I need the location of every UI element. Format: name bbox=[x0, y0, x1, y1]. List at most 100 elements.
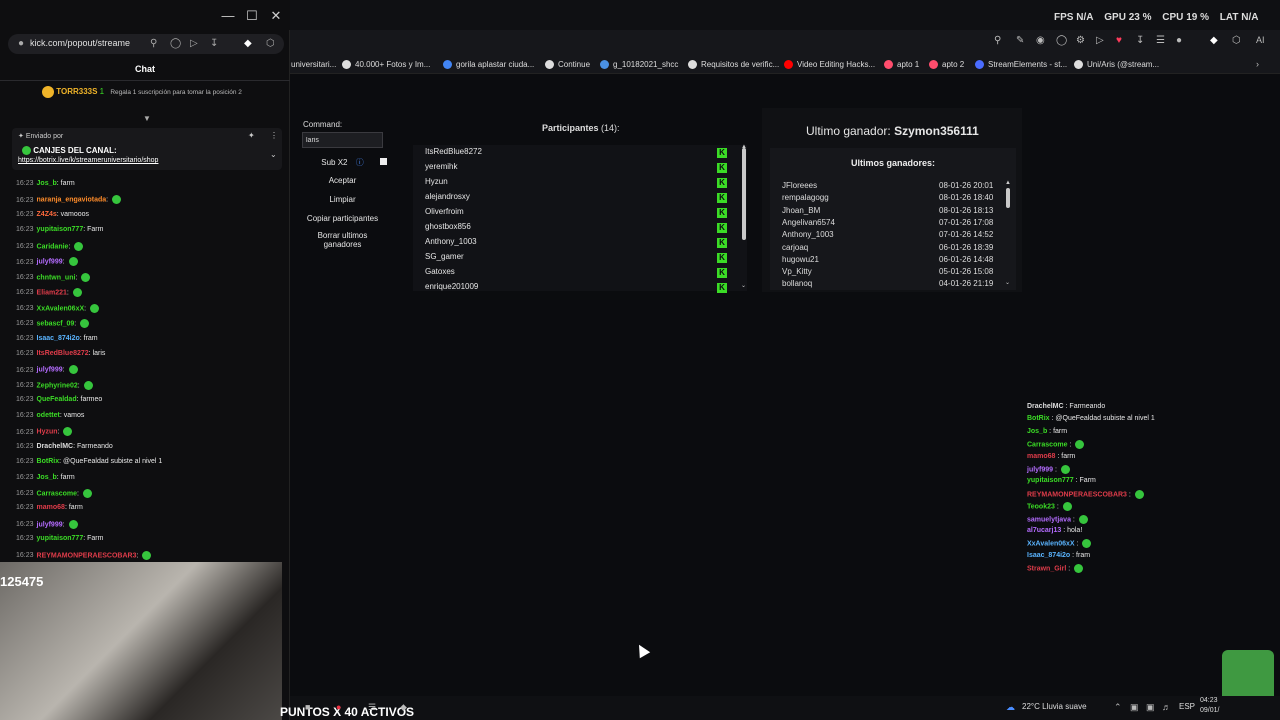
chat-timestamp: 16:23 bbox=[16, 349, 34, 357]
participants-list[interactable] bbox=[413, 145, 747, 291]
chat-timestamp: 16:23 bbox=[16, 210, 34, 218]
chat-username[interactable]: yupitaison777 bbox=[37, 226, 84, 233]
bookmark-item[interactable]: Video Editing Hacks... bbox=[784, 60, 875, 70]
chat-username[interactable]: mamo68 bbox=[37, 504, 65, 511]
sub-x2-toggle[interactable]: Sub X2 ⓘ bbox=[302, 157, 383, 168]
scroll-down-icon[interactable]: ⌄ bbox=[1005, 279, 1010, 286]
bookmark-item[interactable]: Uni/Aris (@stream... bbox=[1074, 60, 1159, 70]
copy-participants-button[interactable]: Copiar participantes bbox=[302, 214, 383, 223]
camera-icon[interactable]: ◉ bbox=[1036, 35, 1045, 46]
pin-icon[interactable]: ✦ bbox=[248, 131, 255, 140]
bookmark-item[interactable]: gorila aplastar ciuda... bbox=[443, 60, 534, 70]
profile-icon[interactable]: ● bbox=[1176, 35, 1182, 46]
close-icon[interactable]: ✕ bbox=[264, 8, 288, 24]
chat-username[interactable]: Isaac_874i2o bbox=[37, 335, 80, 342]
chat-username[interactable]: Jos_b bbox=[37, 474, 57, 481]
settings-icon[interactable]: ⚙ bbox=[1076, 35, 1085, 46]
scroll-up-icon[interactable]: ▲ bbox=[741, 144, 747, 150]
scroll-down-icon[interactable]: ⌄ bbox=[741, 282, 746, 289]
chat-username[interactable]: DrachelMC bbox=[37, 443, 74, 450]
participants-scrollbar[interactable] bbox=[742, 148, 746, 240]
command-input[interactable] bbox=[302, 132, 383, 148]
shield-icon[interactable]: ◯ bbox=[170, 38, 181, 49]
sub-x2-checkbox[interactable] bbox=[380, 158, 387, 165]
bookmark-item[interactable]: 40.000+ Fotos y Im... bbox=[342, 60, 430, 70]
play-icon[interactable]: ▷ bbox=[190, 38, 198, 49]
bookmark-item[interactable]: StreamElements - st... bbox=[975, 60, 1068, 70]
gifter-cta[interactable]: Regala 1 suscripción para tomar la posic… bbox=[110, 89, 242, 96]
chat-username[interactable]: Z4Z4s bbox=[37, 211, 57, 218]
chat-username[interactable]: QueFealdad bbox=[37, 396, 77, 403]
play-icon[interactable]: ▷ bbox=[1096, 35, 1104, 46]
ai-icon[interactable]: AI bbox=[1256, 35, 1265, 45]
bookmark-item[interactable]: Requisitos de verific... bbox=[688, 60, 779, 70]
bookmark-item[interactable]: Continue bbox=[545, 60, 590, 70]
chat-username[interactable]: julyf999 bbox=[37, 521, 63, 528]
extension-cube-icon[interactable]: ⬡ bbox=[1232, 35, 1241, 46]
chevron-down-icon[interactable]: ⌄ bbox=[270, 150, 277, 159]
winners-scrollbar[interactable] bbox=[1006, 188, 1010, 208]
taskbar-app-icon[interactable]: ☰ bbox=[368, 702, 376, 713]
clear-button[interactable]: Limpiar bbox=[302, 195, 383, 204]
chevron-up-icon[interactable]: ⌃ bbox=[1114, 702, 1122, 713]
download-icon[interactable]: ↧ bbox=[1136, 35, 1144, 46]
search-icon[interactable]: ⚲ bbox=[150, 38, 157, 49]
chat-username[interactable]: odettet bbox=[37, 412, 60, 419]
scroll-up-icon[interactable]: ▲ bbox=[1005, 180, 1011, 186]
weather[interactable]: 22°C Lluvia suave bbox=[1022, 702, 1087, 711]
search-icon[interactable]: ⚲ bbox=[994, 35, 1001, 46]
language-indicator[interactable]: ESP bbox=[1179, 702, 1195, 711]
chevron-right-icon[interactable]: › bbox=[1256, 59, 1259, 69]
chat-username[interactable]: julyf999 bbox=[37, 367, 63, 374]
tray-icon[interactable]: ▣ bbox=[1130, 702, 1139, 713]
chat-username[interactable]: Eliam221 bbox=[37, 289, 67, 296]
emote-icon bbox=[112, 195, 122, 205]
chat-username[interactable]: naranja_engaviotada bbox=[37, 197, 107, 204]
chat-username[interactable]: XxAvalen06xX bbox=[37, 305, 85, 312]
minimize-icon[interactable]: — bbox=[216, 8, 240, 23]
heart-icon[interactable]: ♥ bbox=[1116, 35, 1122, 46]
download-icon[interactable]: ↧ bbox=[210, 38, 218, 49]
points-ticker: PUNTOS X 40 ACTIVOS bbox=[280, 705, 415, 719]
overlay-chat-username: yupitaison777 bbox=[1027, 477, 1074, 485]
chat-text: @QueFealdad subiste al nivel 1 bbox=[62, 458, 163, 466]
clock[interactable]: 04:23 09/01/ bbox=[1200, 696, 1219, 716]
delete-winners-button[interactable]: Borrar ultimos ganadores bbox=[302, 231, 383, 249]
chat-username[interactable]: Jos_b bbox=[37, 180, 57, 187]
chat-timestamp: 16:23 bbox=[16, 334, 34, 342]
site-info-icon[interactable]: ● bbox=[18, 38, 24, 49]
chat-username[interactable]: julyf999 bbox=[37, 259, 63, 266]
chat-username[interactable]: REYMAMONPERAESCOBAR3 bbox=[37, 552, 137, 559]
maximize-icon[interactable]: ☐ bbox=[240, 8, 264, 24]
taskbar-app-icon[interactable]: ● bbox=[336, 702, 341, 712]
chat-username[interactable]: Hyzun bbox=[37, 429, 58, 436]
bookmark-item[interactable]: apto 2 bbox=[929, 60, 964, 70]
accept-button[interactable]: Aceptar bbox=[302, 176, 383, 185]
chat-username[interactable]: Caridanie bbox=[37, 243, 69, 250]
bookmark-item[interactable]: apto 1 bbox=[884, 60, 919, 70]
shield-icon[interactable]: ◯ bbox=[1056, 35, 1067, 46]
bookmark-item[interactable]: g_10182021_shcc bbox=[600, 60, 678, 70]
chat-username[interactable]: Carrascome bbox=[37, 490, 77, 497]
volume-icon[interactable]: ♬ bbox=[1162, 702, 1171, 712]
chat-username[interactable]: Zephyrine02 bbox=[37, 382, 78, 389]
chat-username[interactable]: sebascf_09 bbox=[37, 320, 75, 327]
bookmark-favicon-icon bbox=[545, 60, 554, 70]
tray-icon[interactable]: ▣ bbox=[1146, 702, 1155, 713]
bookmark-item[interactable]: universitari... bbox=[291, 60, 336, 69]
expand-arrow-icon[interactable]: ▼ bbox=[143, 114, 151, 123]
chat-username[interactable]: chntwn_uni bbox=[37, 274, 76, 281]
more-options-icon[interactable]: ⋮ bbox=[270, 131, 278, 140]
extension-cube-icon[interactable]: ⬡ bbox=[266, 38, 275, 49]
chat-username[interactable]: BotRix bbox=[37, 458, 60, 465]
extension-icon[interactable]: ◆ bbox=[1210, 35, 1218, 46]
chat-username[interactable]: yupitaison777 bbox=[37, 535, 84, 542]
chat-username[interactable]: ItsRedBlue8272 bbox=[37, 350, 89, 357]
extension-icon[interactable]: ◆ bbox=[244, 38, 252, 49]
pinned-link[interactable]: https://botrix.live/k/streameruniversita… bbox=[18, 157, 158, 164]
taskbar-app-icon[interactable]: ■ bbox=[305, 702, 310, 712]
menu-icon[interactable]: ☰ bbox=[1156, 35, 1165, 46]
taskbar-app-icon[interactable]: ◆ bbox=[400, 702, 407, 713]
edit-icon[interactable]: ✎ bbox=[1016, 35, 1024, 46]
bookmark-label: StreamElements - st... bbox=[988, 60, 1068, 69]
